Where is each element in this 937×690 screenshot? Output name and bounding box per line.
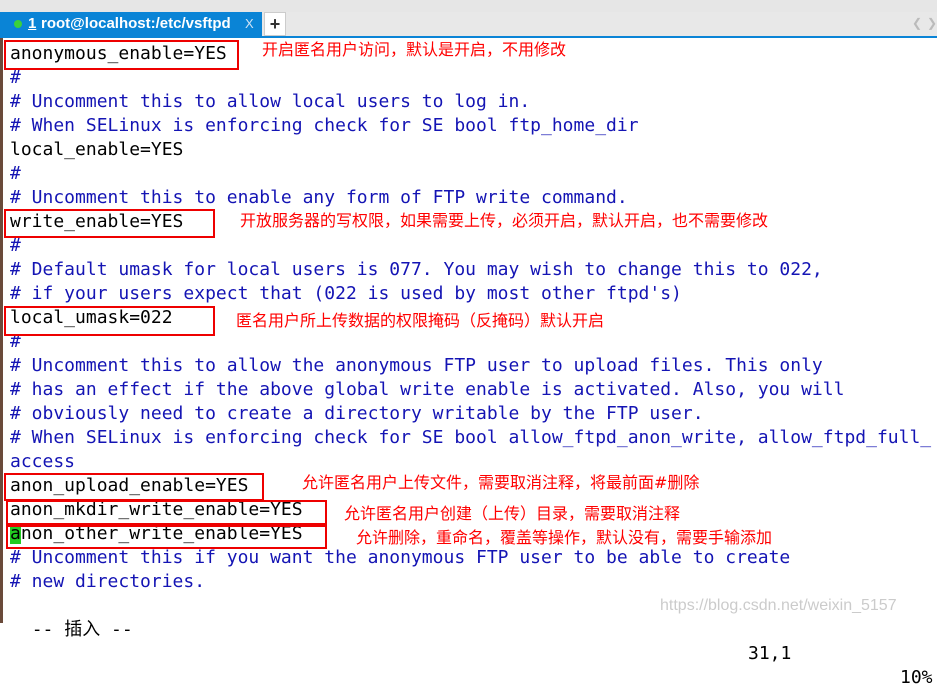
annotation: 匿名用户所上传数据的权限掩码（反掩码）默认开启 [236,311,605,330]
comment-line: # Uncomment this to enable any form of F… [10,187,628,208]
config-line: local_enable=YES [10,139,184,160]
cursor-position: 31,1 [748,643,792,664]
scroll-left-icon[interactable]: ❮ [912,16,922,30]
comment-line: # When SELinux is enforcing check for SE… [10,427,932,448]
vim-status-line: -- 插入 -- 31,1 10% [10,594,937,690]
tab-number: 1 [28,15,37,32]
comment-line: # When SELinux is enforcing check for SE… [10,115,639,136]
comment-line: # Uncomment this to allow local users to… [10,91,531,112]
new-tab-button[interactable]: + [264,12,286,36]
comment-line: # [10,163,21,184]
annotation: 允许删除，重命名，覆盖等操作，默认没有，需要手输添加 [356,528,773,547]
window-edge [0,38,3,623]
close-tab-icon[interactable]: X [245,12,254,36]
highlight-box [6,525,327,549]
comment-line: # Uncomment this to allow the anonymous … [10,355,823,376]
comment-line: # new directories. [10,571,206,592]
tab-session[interactable]: 1 root@localhost:/etc/vsftpd X [0,12,262,36]
connected-status-icon [14,20,22,28]
annotation: 允许匿名用户上传文件，需要取消注释，将最前面#删除 [302,473,700,492]
highlight-box [6,500,327,525]
annotation: 开放服务器的写权限，如果需要上传，必须开启，默认开启，也不需要修改 [240,211,769,230]
mode-indicator: -- 插入 -- [31,619,133,640]
highlight-box [4,40,239,70]
annotation: 允许匿名用户创建（上传）目录，需要取消注释 [344,504,681,523]
comment-line: # Uncomment this if you want the anonymo… [10,547,791,568]
scroll-right-icon[interactable]: ❯ [927,16,937,30]
tab-bar: 1 root@localhost:/etc/vsftpd X + ❮ ❯ [0,12,937,36]
highlight-box [4,306,215,336]
comment-line: # Default umask for local users is 077. … [10,259,823,280]
comment-line: # obviously need to create a directory w… [10,403,704,424]
comment-line: # if your users expect that (022 is used… [10,283,682,304]
highlight-box [4,473,264,501]
scroll-percent: 10% [900,667,933,688]
window-top-strip [0,0,937,12]
tab-underline [0,36,937,38]
comment-line: # has an effect if the above global writ… [10,379,845,400]
annotation: 开启匿名用户访问，默认是开启，不用修改 [262,40,567,59]
tab-title: root@localhost:/etc/vsftpd [41,15,231,32]
comment-line: access [10,451,76,472]
highlight-box [4,209,215,238]
